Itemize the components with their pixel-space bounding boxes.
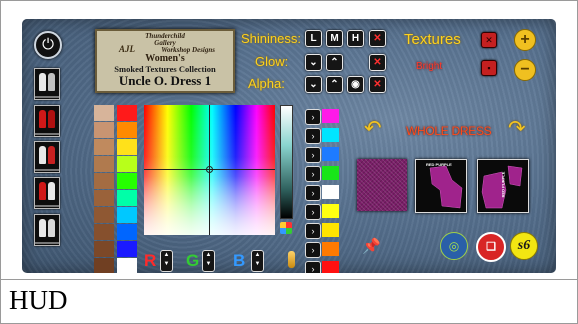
bright-toggle-icon[interactable]: ▪ [481,60,497,76]
skin-swatch-7[interactable] [94,207,114,223]
color-swatch-7[interactable] [117,207,137,223]
skin-swatch-9[interactable] [94,241,114,257]
redo-arrow-icon[interactable]: ↷ [508,116,526,141]
apply-arrow-icon[interactable]: › [305,261,321,273]
skin-swatch-3[interactable] [94,139,114,155]
skin-swatch-1[interactable] [94,105,114,121]
green-stepper[interactable]: ▲ ▼ [202,250,215,272]
alpha-reset-icon[interactable]: ✕ [369,76,386,93]
preset-swatch-7[interactable] [322,223,339,237]
glow-down-icon[interactable]: ⌄ [305,54,322,71]
red-stepper[interactable]: ▲ ▼ [160,250,173,272]
outfit-thumb-5[interactable] [34,214,60,246]
color-swatch-2[interactable] [117,122,137,138]
add-icon[interactable]: + [514,29,536,51]
texture-preview-3[interactable]: RED PURPLE [477,159,529,213]
outfit-thumb-1[interactable] [34,68,60,100]
shininess-low-button[interactable]: L [305,30,322,47]
textures-label: Textures [404,31,461,48]
preset-swatch-4[interactable] [322,166,339,180]
textures-reset-icon[interactable]: ✕ [481,32,497,48]
pin-icon[interactable]: 📌 [362,237,381,255]
whole-dress-label[interactable]: WHOLE DRESS [406,124,492,138]
color-swatch-1[interactable] [117,105,137,121]
skin-swatch-10[interactable] [94,258,114,273]
apply-arrow-icon[interactable]: › [305,204,321,220]
lighter-icon[interactable] [288,251,295,268]
power-icon[interactable]: ⏻ [34,31,62,59]
texture-preview-1[interactable] [357,159,407,211]
preset-swatch-3[interactable] [322,147,339,161]
color-swatch-8[interactable] [117,224,137,240]
preset-swatch-8[interactable] [322,242,339,256]
color-swatch-9[interactable] [117,241,137,257]
caption: HUD [9,285,68,315]
glow-label: Glow: [255,54,289,69]
apply-arrow-icon[interactable]: › [305,223,321,239]
skin-swatch-5[interactable] [94,173,114,189]
glow-reset-icon[interactable]: ✕ [369,54,386,71]
bright-label: Bright [416,61,443,72]
color-swatch-5[interactable] [117,173,137,189]
caption-separator [0,279,578,280]
preset-swatch-9[interactable] [322,261,339,273]
outfit-thumb-3[interactable] [34,141,60,173]
preset-swatch-5[interactable] [322,185,339,199]
alpha-eye-icon[interactable]: ◉ [347,76,364,93]
shininess-high-button[interactable]: H [347,30,364,47]
skin-swatch-6[interactable] [94,190,114,206]
color-swatch-10[interactable] [117,258,137,273]
s6-logo-icon[interactable]: s6 [510,232,538,260]
texture-preview-3-label: RED PURPLE [500,171,506,198]
banner-product: Uncle O. Dress 1 [118,73,212,88]
shininess-medium-button[interactable]: M [326,30,343,47]
texture-preview-2[interactable]: RED PURPLE [415,159,467,213]
apply-arrow-icon[interactable]: › [305,242,321,258]
alpha-down-icon[interactable]: ⌄ [305,76,322,93]
hud-panel: ⏻ Thunderchild Gallery AJL Workshop Desi… [22,19,556,273]
book-icon[interactable]: ❏ [476,232,506,262]
apply-arrow-icon[interactable]: › [305,128,321,144]
apply-arrow-icon[interactable]: › [305,109,321,125]
outfit-thumb-2[interactable] [34,105,60,137]
preset-swatch-6[interactable] [322,204,339,218]
glow-up-icon[interactable]: ⌃ [326,54,343,71]
green-label: G [186,251,200,270]
outfit-thumb-4[interactable] [34,177,60,209]
globe-icon[interactable]: ◎ [440,232,468,260]
red-label: R [144,251,157,270]
shininess-label: Shininess: [241,31,301,46]
banner-audience: Women's [145,53,185,64]
skin-swatch-4[interactable] [94,156,114,172]
alpha-label: Alpha: [248,76,285,91]
preset-swatch-1[interactable] [322,109,339,123]
skin-swatch-2[interactable] [94,122,114,138]
blue-label: B [233,251,246,270]
texture-preview-2-label: RED PURPLE [426,162,452,167]
apply-arrow-icon[interactable]: › [305,185,321,201]
brightness-slider[interactable] [280,105,293,219]
color-picker[interactable] [144,105,275,235]
alpha-up-icon[interactable]: ⌃ [326,76,343,93]
blue-stepper[interactable]: ▲ ▼ [251,250,264,272]
apply-arrow-icon[interactable]: › [305,166,321,182]
remove-icon[interactable]: − [514,59,536,81]
brand-banner: Thunderchild Gallery AJL Workshop Design… [95,29,235,93]
preset-swatch-2[interactable] [322,128,339,142]
apply-arrow-icon[interactable]: › [305,147,321,163]
shininess-reset-icon[interactable]: ✕ [369,30,386,47]
color-swatch-6[interactable] [117,190,137,206]
color-swatch-3[interactable] [117,139,137,155]
rgb-mode-icon[interactable] [280,222,292,234]
color-swatch-4[interactable] [117,156,137,172]
skin-swatch-8[interactable] [94,224,114,240]
undo-arrow-icon[interactable]: ↶ [364,116,382,141]
